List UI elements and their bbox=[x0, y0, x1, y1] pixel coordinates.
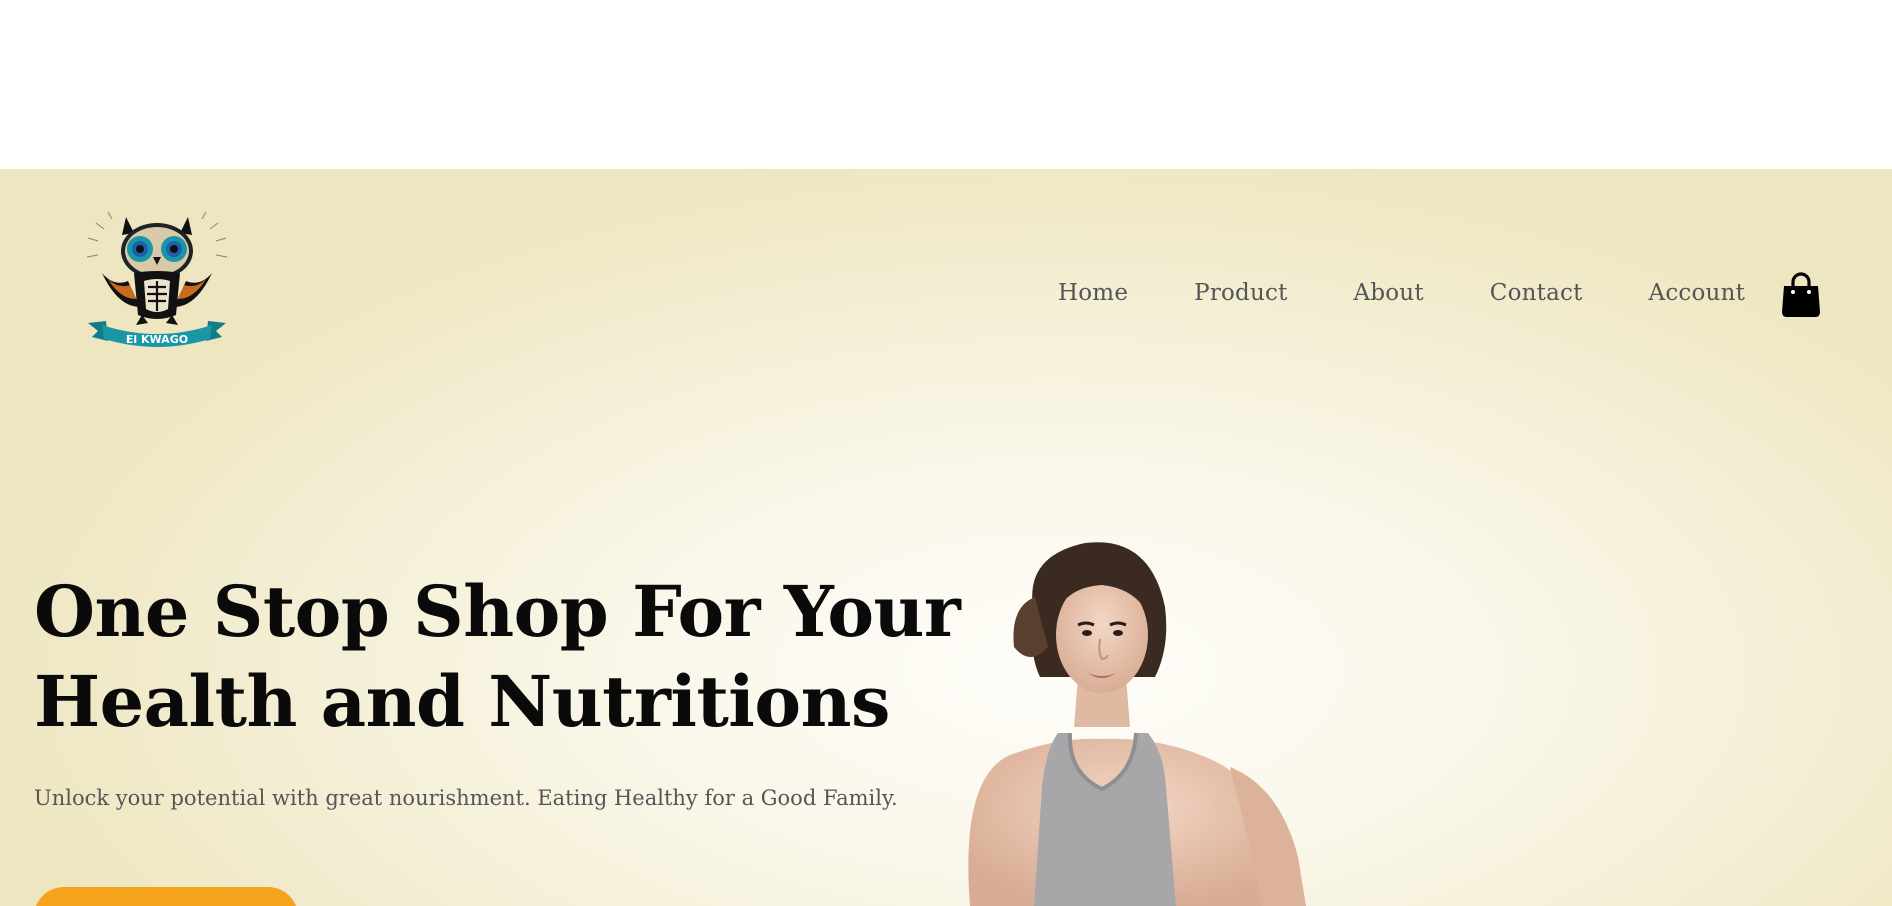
nav-item-contact[interactable]: Contact bbox=[1490, 281, 1583, 305]
nav-item-home[interactable]: Home bbox=[1058, 281, 1128, 305]
shopping-bag-icon[interactable] bbox=[1780, 272, 1822, 318]
nav-item-about[interactable]: About bbox=[1354, 281, 1424, 305]
main-nav: Home Product About Contact Account bbox=[1058, 262, 1745, 324]
nav-item-product[interactable]: Product bbox=[1194, 281, 1287, 305]
nav-item-account[interactable]: Account bbox=[1649, 281, 1746, 305]
hero-subtext: Unlock your potential with great nourish… bbox=[34, 786, 898, 810]
logo-text: El KWAGO bbox=[126, 333, 188, 346]
brand-logo[interactable]: El KWAGO bbox=[84, 211, 230, 347]
shop-now-button[interactable] bbox=[34, 887, 298, 906]
hero-headline: One Stop Shop For Your Health and Nutrit… bbox=[34, 570, 961, 743]
hero-model-image bbox=[968, 542, 1306, 906]
page: El KWAGO Home Product About Contact Acco… bbox=[0, 0, 1892, 906]
hero-section: El KWAGO Home Product About Contact Acco… bbox=[0, 169, 1892, 906]
